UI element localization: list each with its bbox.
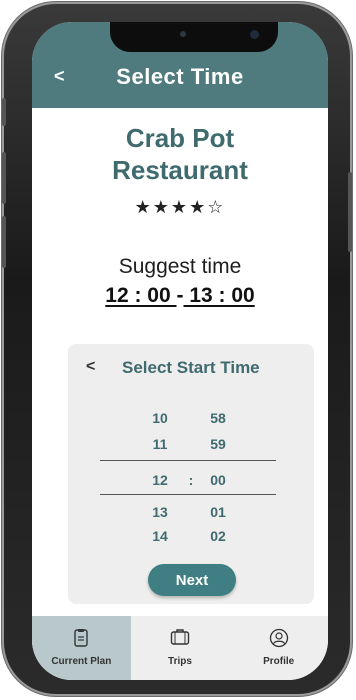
volume-up-button xyxy=(2,152,6,204)
suggest-end-time: 13 : 00 xyxy=(183,284,255,307)
hour-value: 12 xyxy=(152,472,168,488)
hour-value: 11 xyxy=(152,436,168,452)
picker-row[interactable]: 13 01 xyxy=(68,504,314,524)
picker-back-button[interactable]: < xyxy=(86,358,95,376)
picker-row-selected[interactable]: 12 : 00 xyxy=(68,472,314,492)
picker-row[interactable]: 11 59 xyxy=(68,436,314,456)
next-button[interactable]: Next xyxy=(148,564,236,596)
minute-value: 59 xyxy=(210,436,226,452)
nav-label: Trips xyxy=(168,656,192,667)
hour-value: 13 xyxy=(152,504,168,520)
clipboard-icon xyxy=(73,628,89,651)
suitcase-icon xyxy=(170,628,190,649)
hour-value: 10 xyxy=(152,410,168,426)
nav-item-current-plan[interactable]: Current Plan xyxy=(32,616,131,680)
rating-stars: ★★★★☆ xyxy=(134,197,226,218)
user-icon xyxy=(269,628,289,651)
time-separator: : xyxy=(188,472,194,488)
minute-value: 00 xyxy=(210,472,226,488)
suggest-separator: - xyxy=(176,284,184,307)
bottom-nav: Current Plan Trips Profile xyxy=(32,616,328,680)
minute-value: 58 xyxy=(210,410,226,426)
nav-label: Profile xyxy=(263,656,295,667)
page-title: Select Time xyxy=(116,64,244,89)
restaurant-name: Crab Pot Restaurant xyxy=(32,122,328,186)
phone-frame: < Select Time Crab Pot Restaurant ★★★★☆ … xyxy=(2,2,352,696)
picker-row[interactable]: 10 58 xyxy=(68,410,314,430)
hour-value: 14 xyxy=(152,528,168,544)
minute-value: 01 xyxy=(210,504,226,520)
picker-row[interactable]: 14 02 xyxy=(68,528,314,548)
volume-down-button xyxy=(2,216,6,268)
nav-item-trips[interactable]: Trips xyxy=(131,616,230,680)
time-picker-card: < Select Start Time 10 58 11 59 12 : 00 … xyxy=(68,344,314,604)
picker-divider-top xyxy=(100,460,276,461)
suggest-time-range: 12 : 00 - 13 : 00 xyxy=(32,284,328,308)
minute-value: 02 xyxy=(210,528,226,544)
nav-label: Current Plan xyxy=(51,656,112,667)
screen: < Select Time Crab Pot Restaurant ★★★★☆ … xyxy=(32,22,328,680)
picker-title: Select Start Time xyxy=(122,358,260,377)
speaker-icon xyxy=(180,31,186,37)
restaurant-name-line1: Crab Pot xyxy=(125,123,235,153)
suggest-start-time: 12 : 00 xyxy=(105,284,177,307)
power-button xyxy=(348,172,352,252)
nav-item-profile[interactable]: Profile xyxy=(229,616,328,680)
mute-switch xyxy=(2,98,6,126)
notch xyxy=(110,22,278,52)
restaurant-name-line2: Restaurant xyxy=(112,155,248,185)
suggest-time-label: Suggest time xyxy=(118,255,242,278)
camera-icon xyxy=(250,30,259,39)
picker-divider-bottom xyxy=(100,494,276,495)
